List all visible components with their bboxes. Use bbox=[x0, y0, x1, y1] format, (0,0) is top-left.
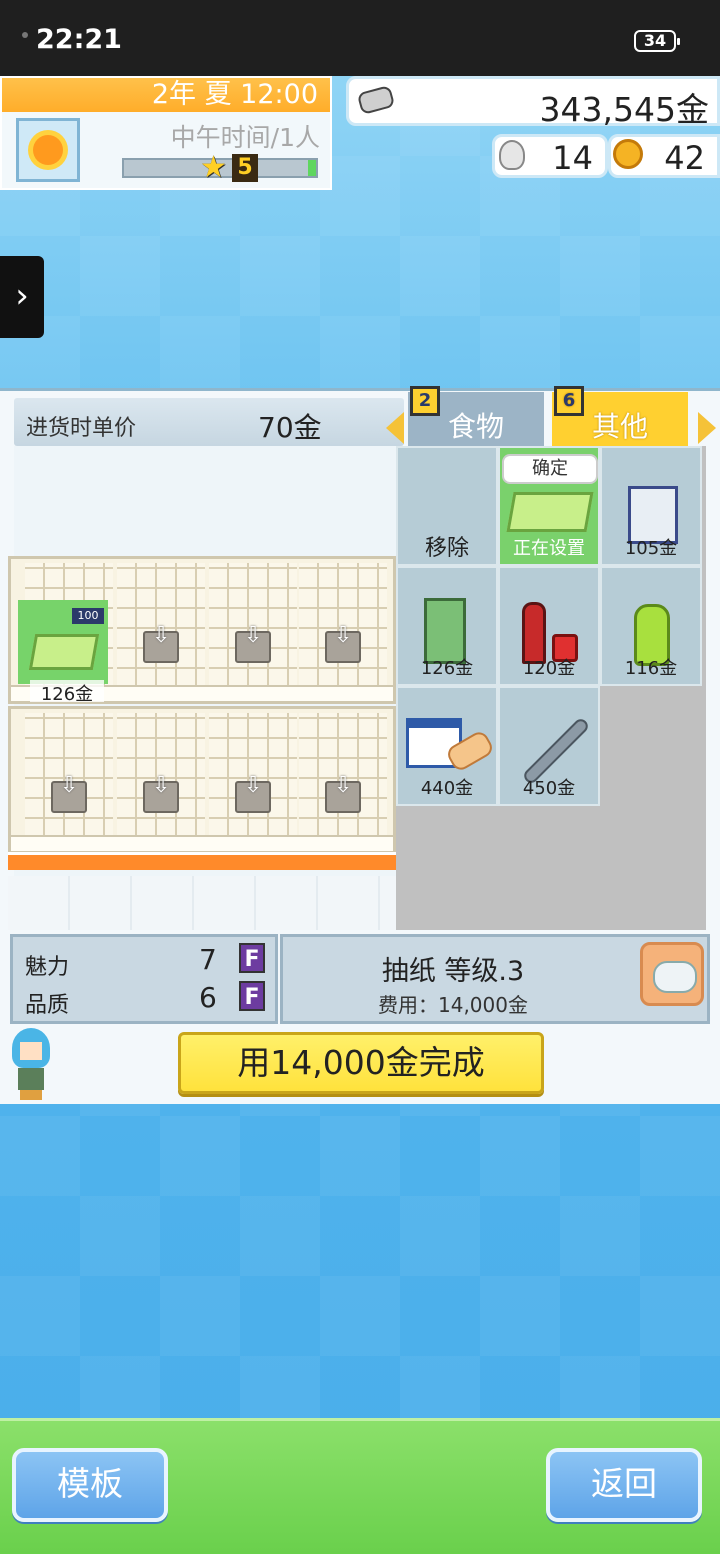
item-name: 抽纸 等级.3 bbox=[381, 956, 525, 987]
money-icon bbox=[356, 84, 396, 116]
quality-value: 6 bbox=[199, 981, 217, 1014]
floor-tiles bbox=[8, 876, 396, 930]
time-mode: 中午时间/1人 bbox=[170, 123, 320, 152]
tab-other[interactable]: 6 其他 bbox=[552, 386, 688, 446]
sun-icon bbox=[16, 118, 80, 182]
lightbulb-icon bbox=[499, 140, 525, 170]
item-cell[interactable]: 105金 bbox=[600, 446, 702, 566]
quality-rank-badge: F bbox=[239, 981, 265, 1011]
item-price: 440金 bbox=[420, 778, 474, 799]
medal-icon bbox=[613, 139, 643, 169]
item-cell[interactable]: 440金 bbox=[396, 686, 498, 806]
template-button[interactable]: 模板 bbox=[12, 1448, 168, 1522]
charm-value: 7 bbox=[199, 943, 217, 976]
shelf-slot[interactable] bbox=[299, 563, 387, 687]
prev-tab-arrow-icon[interactable] bbox=[386, 412, 404, 444]
tab-food-count: 2 bbox=[410, 386, 440, 416]
shelf-slot[interactable] bbox=[209, 563, 297, 687]
tissue-box-icon bbox=[506, 492, 594, 532]
empty-slot-icon bbox=[143, 623, 179, 663]
tissue-box-icon bbox=[28, 634, 100, 670]
item-cell[interactable]: 120金 bbox=[498, 566, 600, 686]
placed-item-price: 126金 bbox=[30, 680, 104, 705]
purchase-price-row: 进货时单价 70金 bbox=[14, 398, 404, 446]
ideas-value: 14 bbox=[552, 139, 593, 177]
item-price: 105金 bbox=[624, 538, 678, 559]
placed-tissue-item[interactable]: 100 bbox=[18, 600, 108, 684]
tab-food[interactable]: 2 食物 bbox=[408, 386, 544, 446]
shelf-slot[interactable] bbox=[25, 713, 113, 837]
shelf-slot[interactable] bbox=[117, 713, 205, 837]
item-price: 116金 bbox=[624, 658, 678, 679]
item-price: 126金 bbox=[420, 658, 474, 679]
shelf-slot[interactable] bbox=[117, 563, 205, 687]
game-date: 2年 夏 12:00 bbox=[0, 76, 332, 114]
setting-label: 正在设置 bbox=[513, 538, 585, 559]
back-button[interactable]: 返回 bbox=[546, 1448, 702, 1522]
tab-other-label: 其他 bbox=[591, 410, 648, 443]
ideas-display: 14 bbox=[492, 134, 608, 178]
money-display: 343,545金 bbox=[346, 76, 720, 129]
empty-slot-icon bbox=[51, 773, 87, 813]
assistant-character bbox=[8, 1028, 54, 1100]
item-price: 120金 bbox=[522, 658, 576, 679]
remove-item-cell[interactable]: 移除 bbox=[396, 446, 498, 566]
remove-label: 移除 bbox=[424, 536, 469, 561]
item-cell[interactable]: 116金 bbox=[600, 566, 702, 686]
shelf-slot[interactable] bbox=[209, 713, 297, 837]
side-menu-toggle[interactable]: › bbox=[0, 256, 44, 338]
store-rank-value: 5 bbox=[232, 154, 258, 182]
clock: 22:21 bbox=[36, 24, 122, 55]
quality-label: 品质 bbox=[25, 993, 70, 1018]
empty-slot-icon bbox=[143, 773, 179, 813]
status-bar: 22:21 34 bbox=[0, 0, 720, 76]
complete-button[interactable]: 用14,000金完成 bbox=[178, 1032, 544, 1094]
money-value: 343,545金 bbox=[539, 90, 709, 129]
stock-count-tag: 100 bbox=[72, 608, 104, 624]
item-price: 450金 bbox=[522, 778, 576, 799]
item-cell[interactable]: 126金 bbox=[396, 566, 498, 686]
star-icon: ★ bbox=[200, 150, 227, 185]
item-cost: 费用：14,000金 bbox=[378, 993, 528, 1017]
empty-slot-icon bbox=[325, 773, 361, 813]
empty-slot-icon bbox=[235, 623, 271, 663]
medals-value: 42 bbox=[664, 139, 705, 177]
charm-rank-badge: F bbox=[239, 943, 265, 973]
stats-box: 魅力 7 F 品质 6 F bbox=[10, 934, 278, 1024]
shelf-bottom-row bbox=[8, 706, 396, 854]
purchase-price-value: 70金 bbox=[258, 411, 322, 444]
tab-other-count: 6 bbox=[554, 386, 584, 416]
time-panel: 中午时间/1人 bbox=[0, 112, 332, 190]
tab-food-label: 食物 bbox=[447, 410, 504, 443]
tissue-roll-button[interactable] bbox=[640, 942, 704, 1006]
shelf-counter-strip bbox=[8, 852, 396, 870]
battery-icon: 34 bbox=[634, 30, 680, 52]
item-cell[interactable]: 450金 bbox=[498, 686, 600, 806]
shelf-slot[interactable] bbox=[299, 713, 387, 837]
status-dot bbox=[22, 32, 28, 38]
confirm-button[interactable]: 确定 bbox=[502, 454, 598, 484]
charm-label: 魅力 bbox=[25, 955, 70, 980]
store-rank: ★ 5 bbox=[200, 150, 258, 186]
purchase-price-label: 进货时单价 bbox=[26, 416, 137, 441]
next-tab-arrow-icon[interactable] bbox=[698, 412, 716, 444]
chevron-right-icon: › bbox=[15, 276, 29, 316]
empty-slot-icon bbox=[235, 773, 271, 813]
empty-slot-icon bbox=[325, 623, 361, 663]
medals-display: 42 bbox=[608, 134, 720, 178]
tissue-item-cell[interactable]: 确定 正在设置 bbox=[498, 446, 600, 566]
